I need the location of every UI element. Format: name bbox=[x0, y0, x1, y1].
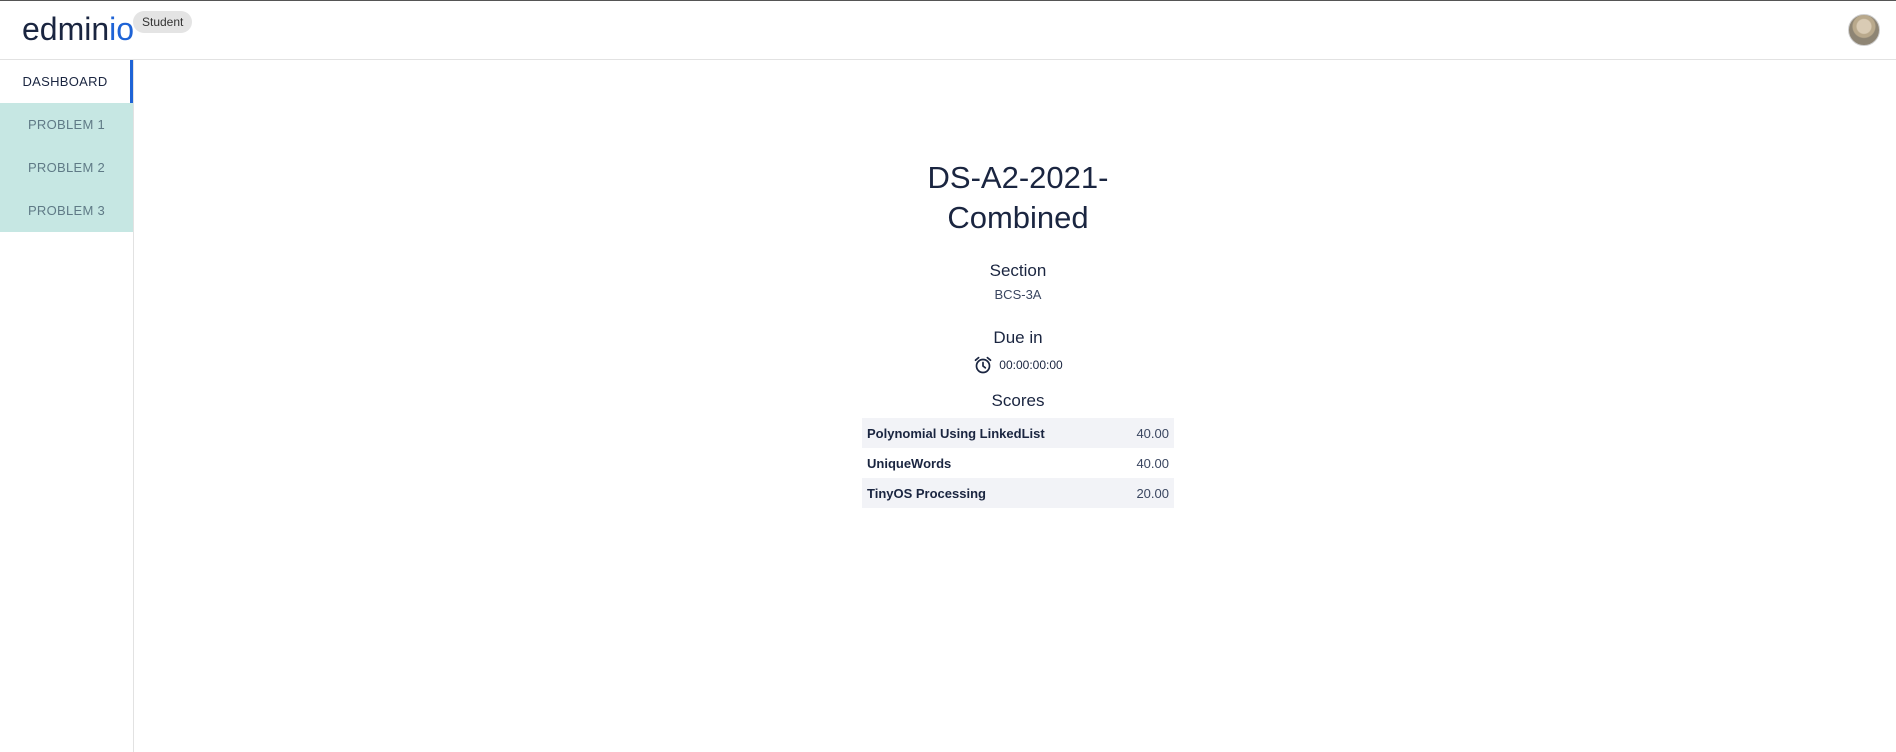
scores-table: Polynomial Using LinkedList 40.00 Unique… bbox=[862, 418, 1174, 508]
alarm-clock-icon bbox=[973, 355, 993, 375]
sidebar: DASHBOARD PROBLEM 1 PROBLEM 2 PROBLEM 3 bbox=[0, 60, 134, 752]
logo-accent-text: io bbox=[109, 11, 135, 47]
assignment-summary: DS-A2-2021-Combined Section BCS-3A Due i… bbox=[862, 158, 1174, 508]
assignment-title: DS-A2-2021-Combined bbox=[927, 160, 1109, 235]
main-content: DS-A2-2021-Combined Section BCS-3A Due i… bbox=[134, 60, 1896, 751]
problem-score: 40.00 bbox=[1116, 418, 1174, 448]
problem-score: 20.00 bbox=[1116, 478, 1174, 508]
user-avatar[interactable] bbox=[1848, 14, 1880, 46]
problem-name: TinyOS Processing bbox=[862, 478, 1117, 508]
logo-text: edmin bbox=[22, 11, 110, 47]
problem-score: 40.00 bbox=[1136, 455, 1169, 471]
section-value: BCS-3A bbox=[994, 287, 1042, 302]
top-bar: edminio Student bbox=[0, 1, 1896, 60]
sidebar-item-problem-3[interactable]: PROBLEM 3 bbox=[0, 189, 133, 232]
sidebar-item-dashboard[interactable]: DASHBOARD bbox=[0, 60, 133, 103]
section-heading: Section bbox=[989, 261, 1047, 280]
role-badge: Student bbox=[133, 11, 193, 33]
table-row: Polynomial Using LinkedList 40.00 bbox=[862, 418, 1174, 448]
app-logo[interactable]: edminio bbox=[22, 11, 134, 47]
due-heading: Due in bbox=[993, 328, 1043, 347]
table-row: UniqueWords 40.00 bbox=[862, 448, 1174, 478]
sidebar-item-problem-1[interactable]: PROBLEM 1 bbox=[0, 103, 133, 146]
scores-heading: Scores bbox=[991, 391, 1045, 410]
problem-name: UniqueWords bbox=[867, 455, 952, 471]
sidebar-item-problem-2[interactable]: PROBLEM 2 bbox=[0, 146, 133, 189]
due-countdown: 00:00:00:00 bbox=[862, 354, 1174, 376]
table-row: TinyOS Processing 20.00 bbox=[862, 478, 1174, 508]
problem-name: Polynomial Using LinkedList bbox=[862, 418, 1117, 448]
due-value: 00:00:00:00 bbox=[999, 358, 1063, 372]
